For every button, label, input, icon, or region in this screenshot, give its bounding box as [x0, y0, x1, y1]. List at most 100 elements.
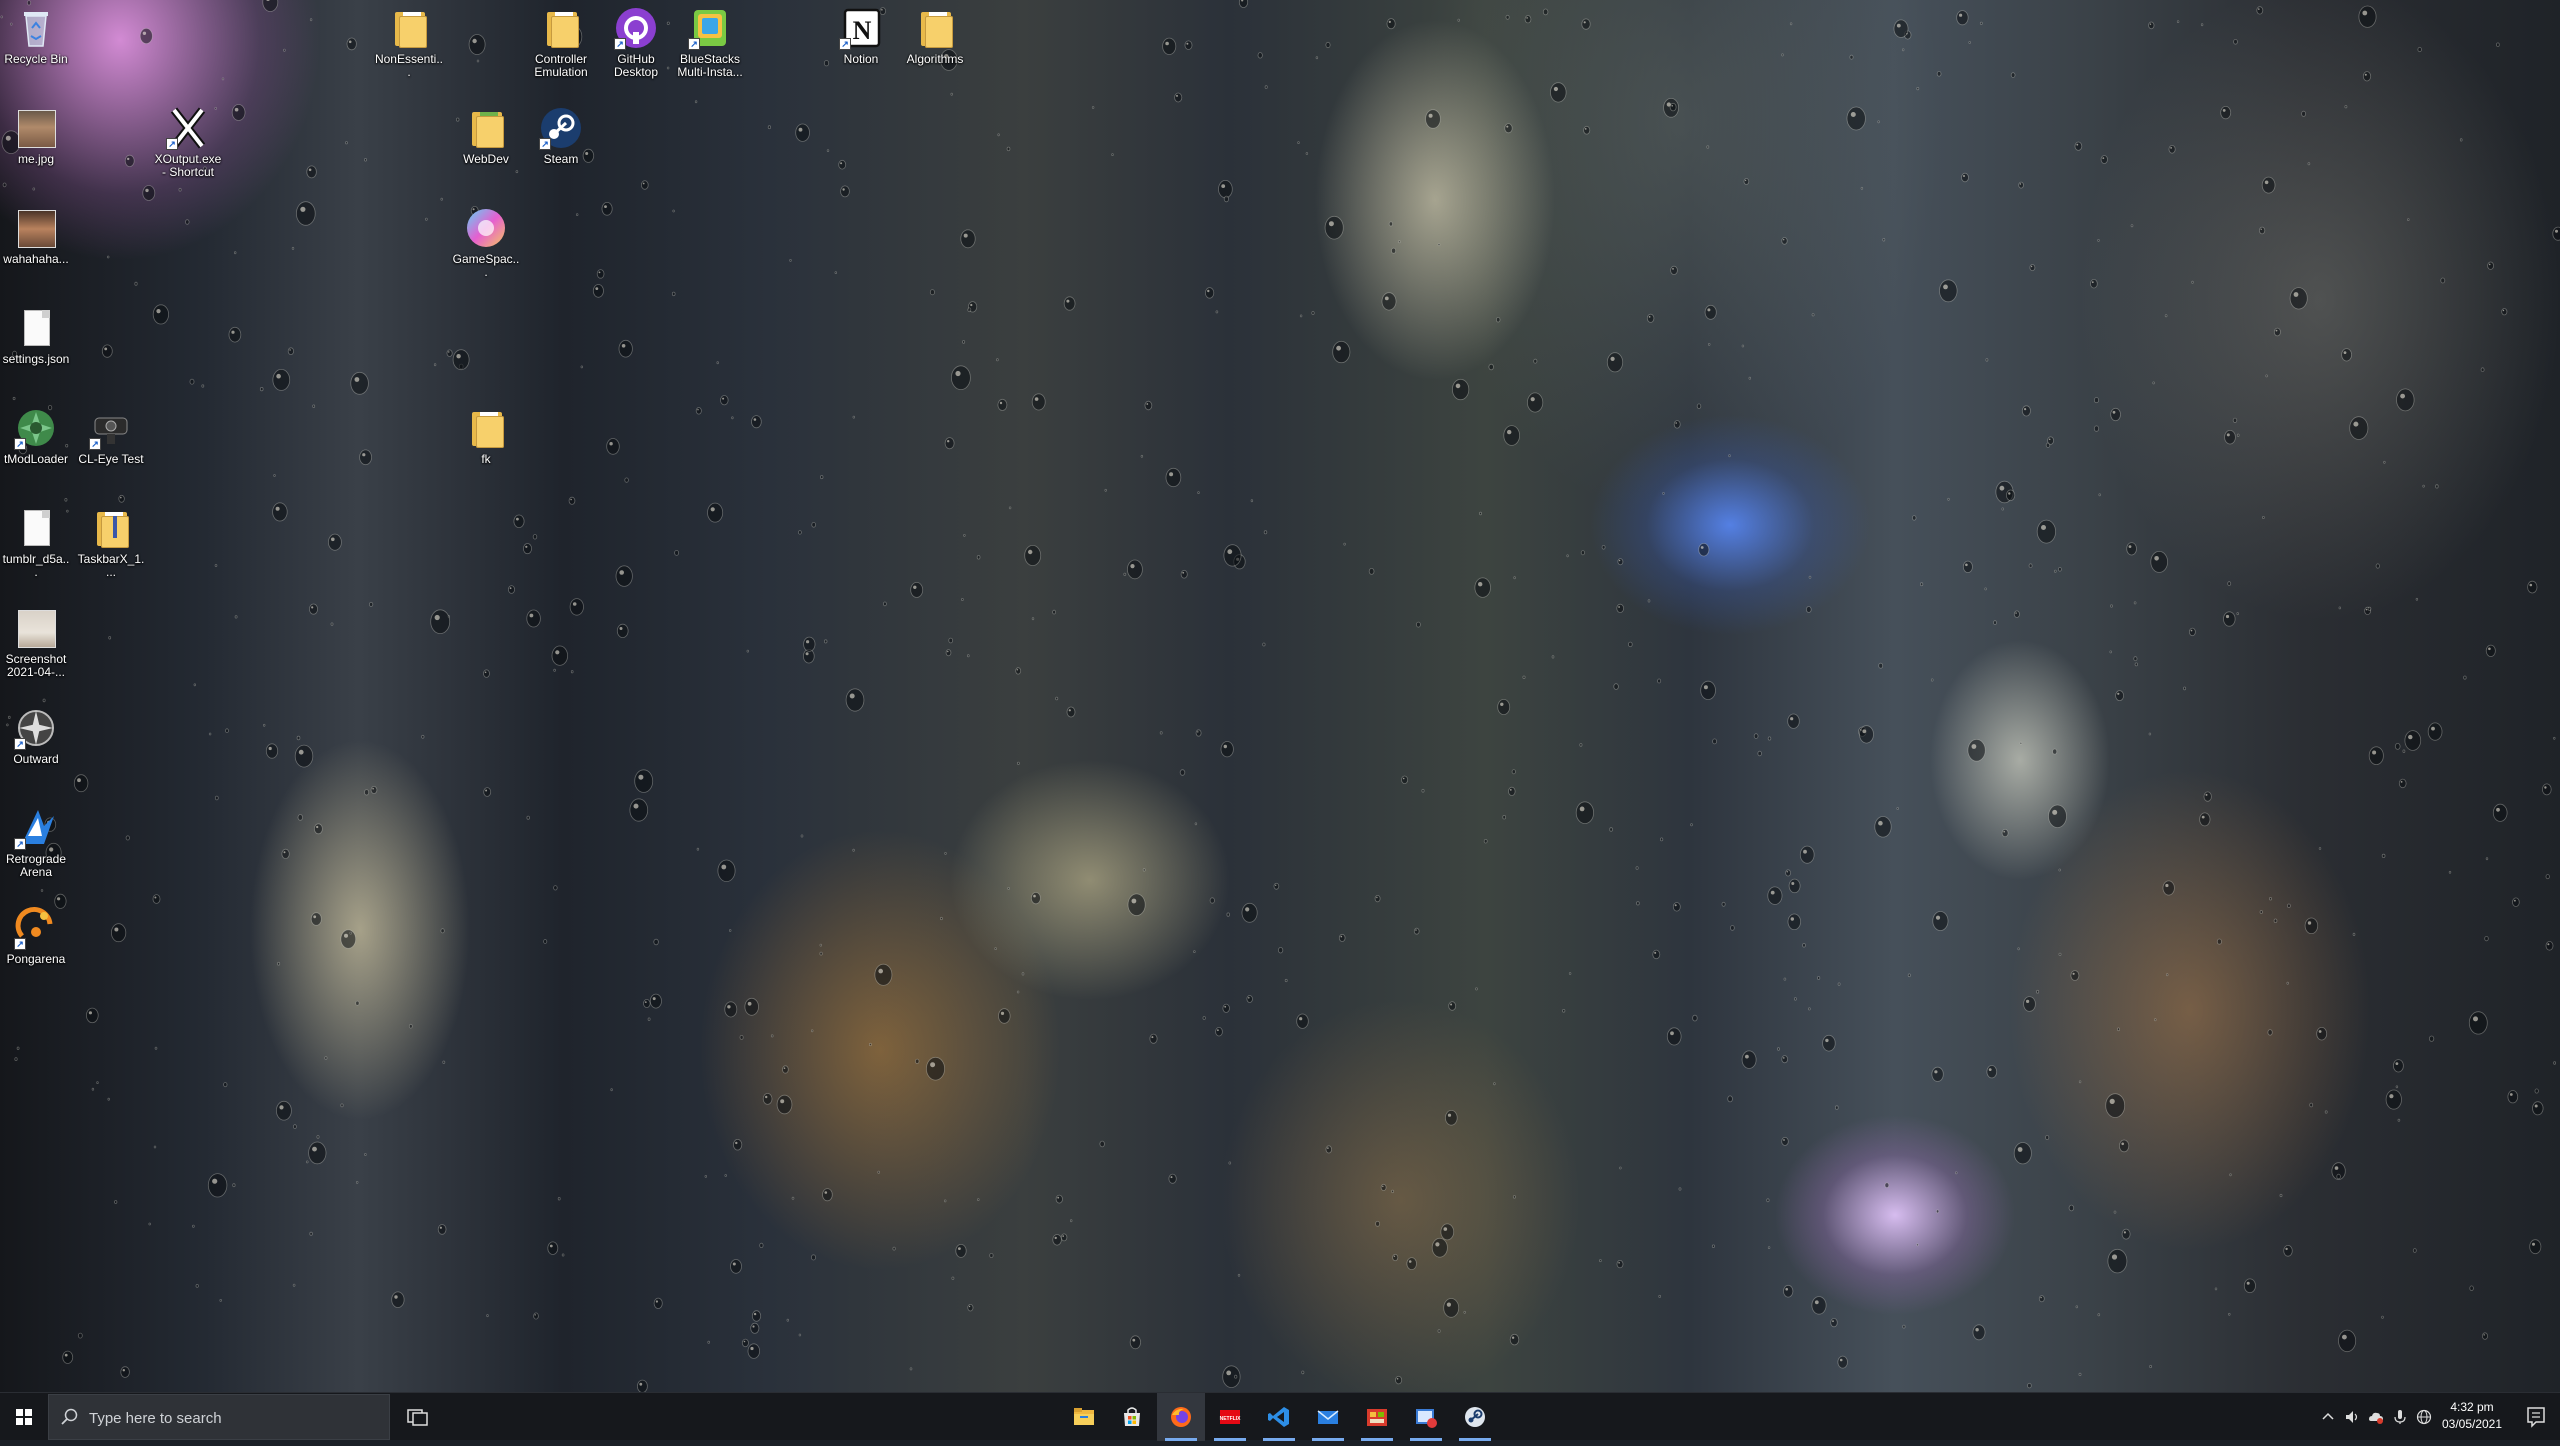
icon-label: tumblr_d5a... [2, 552, 70, 579]
start-button[interactable] [0, 1393, 48, 1441]
desktop-icon-webdev[interactable]: WebDev [451, 106, 521, 166]
taskbar-firefox[interactable] [1157, 1393, 1205, 1441]
network-globe-icon [2416, 1409, 2432, 1425]
desktop-icon-tumblr[interactable]: tumblr_d5a... [1, 506, 71, 579]
taskbar-app[interactable] [1402, 1393, 1450, 1441]
clock[interactable]: 4:32 pm 03/05/2021 [2432, 1399, 2512, 1433]
tmodloader-icon: ↗ [14, 406, 58, 450]
desktop-icon-notion[interactable]: N ↗ Notion [826, 6, 896, 66]
folder-icon [1074, 1408, 1094, 1425]
webcam-icon: ↗ [89, 406, 133, 450]
map-icon [1367, 1409, 1387, 1426]
svg-text:NETFLIX: NETFLIX [1220, 1416, 1241, 1422]
icon-label: Steam [543, 152, 579, 166]
github-icon: ↗ [614, 6, 658, 50]
icon-label: WebDev [463, 152, 509, 166]
desktop-icon-wahahaha[interactable]: wahahaha... [1, 206, 71, 266]
store-icon [1124, 1407, 1140, 1426]
icon-label: fk [481, 452, 491, 466]
windows-logo-icon [16, 1409, 32, 1425]
shortcut-arrow-icon: ↗ [14, 838, 26, 850]
task-view-button[interactable] [398, 1393, 436, 1441]
desktop-icon-outward[interactable]: ↗ Outward [1, 706, 71, 766]
retrograde-arena-icon: ↗ [14, 806, 58, 850]
desktop-icon-nonessentials[interactable]: NonEssenti... [374, 6, 444, 79]
mail-icon [1317, 1410, 1339, 1424]
tray-overflow[interactable] [2316, 1393, 2340, 1441]
icon-label: Screenshot 2021-04-... [5, 652, 67, 679]
desktop-icon-tmodloader[interactable]: ↗ tModLoader [1, 406, 71, 466]
taskbar-steam[interactable] [1451, 1393, 1499, 1441]
shortcut-arrow-icon: ↗ [14, 438, 26, 450]
taskbar-mail[interactable] [1304, 1393, 1352, 1441]
icon-label: NonEssenti... [374, 52, 444, 79]
desktop-icon-xoutput[interactable]: ↗ XOutput.exe - Shortcut [153, 106, 223, 179]
taskbar-microsoft-store[interactable] [1108, 1393, 1156, 1441]
desktop-icon-pongarena[interactable]: ↗ Pongarena [1, 906, 71, 966]
raindrops-overlay [0, 0, 2560, 1392]
desktop-icon-controller-emulation[interactable]: Controller Emulation [526, 6, 596, 79]
icon-label: Algorithms [906, 52, 964, 66]
desktop-icon-settings-json[interactable]: settings.json [1, 306, 71, 366]
desktop-icon-me-jpg[interactable]: me.jpg [1, 106, 71, 166]
onedrive-icon [2369, 1412, 2383, 1424]
desktop-icon-algorithms[interactable]: Algorithms [900, 6, 970, 66]
desktop-icon-retrograde-arena[interactable]: ↗ Retrograde Arena [1, 806, 71, 879]
steam-icon: ↗ [539, 106, 583, 150]
document-icon [14, 506, 58, 550]
desktop-icon-gamespace[interactable]: GameSpac... [451, 206, 521, 279]
icon-label: Notion [843, 52, 879, 66]
bluestacks-icon: ↗ [688, 6, 732, 50]
icon-label: tModLoader [3, 452, 69, 466]
icon-label: settings.json [2, 352, 70, 366]
folder-icon [913, 6, 957, 50]
clock-time: 4:32 pm [2450, 1400, 2494, 1414]
tray-volume[interactable] [2340, 1393, 2364, 1441]
taskbar-file-explorer[interactable] [1060, 1393, 1108, 1441]
chevron-up-icon [2322, 1412, 2334, 1420]
vscode-icon [1268, 1407, 1289, 1427]
desktop-icon-screenshot[interactable]: Screenshot 2021-04-... [1, 606, 71, 679]
desktop-icon-taskbarx[interactable]: TaskbarX_1.... [76, 506, 146, 579]
taskbar-maps[interactable] [1353, 1393, 1401, 1441]
image-thumbnail-icon [14, 206, 58, 250]
icon-label: wahahaha... [3, 252, 69, 266]
taskbar: NETFLIX 4:32 pm 03/05/2021 [0, 1392, 2560, 1441]
shortcut-arrow-icon: ↗ [539, 138, 551, 150]
volume-icon [2346, 1411, 2358, 1423]
desktop-icon-bluestacks[interactable]: ↗ BlueStacks Multi-Insta... [675, 6, 745, 79]
desktop-icon-fk[interactable]: fk [451, 406, 521, 466]
desktop-icon-recycle-bin[interactable]: Recycle Bin [1, 6, 71, 66]
image-thumbnail-icon [14, 606, 58, 650]
desktop-icon-github-desktop[interactable]: ↗ GitHub Desktop [601, 6, 671, 79]
tray-cloud[interactable] [2364, 1393, 2388, 1441]
tray-microphone[interactable] [2388, 1393, 2412, 1441]
icon-label: GameSpac... [452, 252, 520, 279]
folder-icon [464, 106, 508, 150]
notion-icon: N ↗ [839, 6, 883, 50]
search-box[interactable] [48, 1394, 390, 1441]
search-icon [61, 1408, 78, 1425]
shortcut-arrow-icon: ↗ [839, 38, 851, 50]
clock-date: 03/05/2021 [2441, 1417, 2503, 1431]
pongarena-icon: ↗ [14, 906, 58, 950]
search-input[interactable] [87, 1395, 381, 1441]
action-center-button[interactable] [2512, 1393, 2560, 1441]
shortcut-arrow-icon: ↗ [14, 938, 26, 950]
icon-label: Retrograde Arena [5, 852, 67, 879]
recycle-bin-icon [14, 6, 58, 50]
desktop-icon-cl-eye-test[interactable]: ↗ CL-Eye Test [76, 406, 146, 466]
outward-icon: ↗ [14, 706, 58, 750]
icon-label: Outward [13, 752, 59, 766]
icon-label: Pongarena [6, 952, 66, 966]
desktop-icon-steam[interactable]: ↗ Steam [526, 106, 596, 166]
shortcut-arrow-icon: ↗ [688, 38, 700, 50]
steam-icon [1465, 1407, 1485, 1427]
icon-label: TaskbarX_1.... [77, 552, 145, 579]
icon-label: XOutput.exe - Shortcut [154, 152, 222, 179]
icon-label: me.jpg [17, 152, 55, 166]
taskbar-vscode[interactable] [1255, 1393, 1303, 1441]
notification-icon [2527, 1407, 2545, 1428]
taskbar-netflix[interactable]: NETFLIX [1206, 1393, 1254, 1441]
icon-label: Controller Emulation [534, 52, 588, 79]
